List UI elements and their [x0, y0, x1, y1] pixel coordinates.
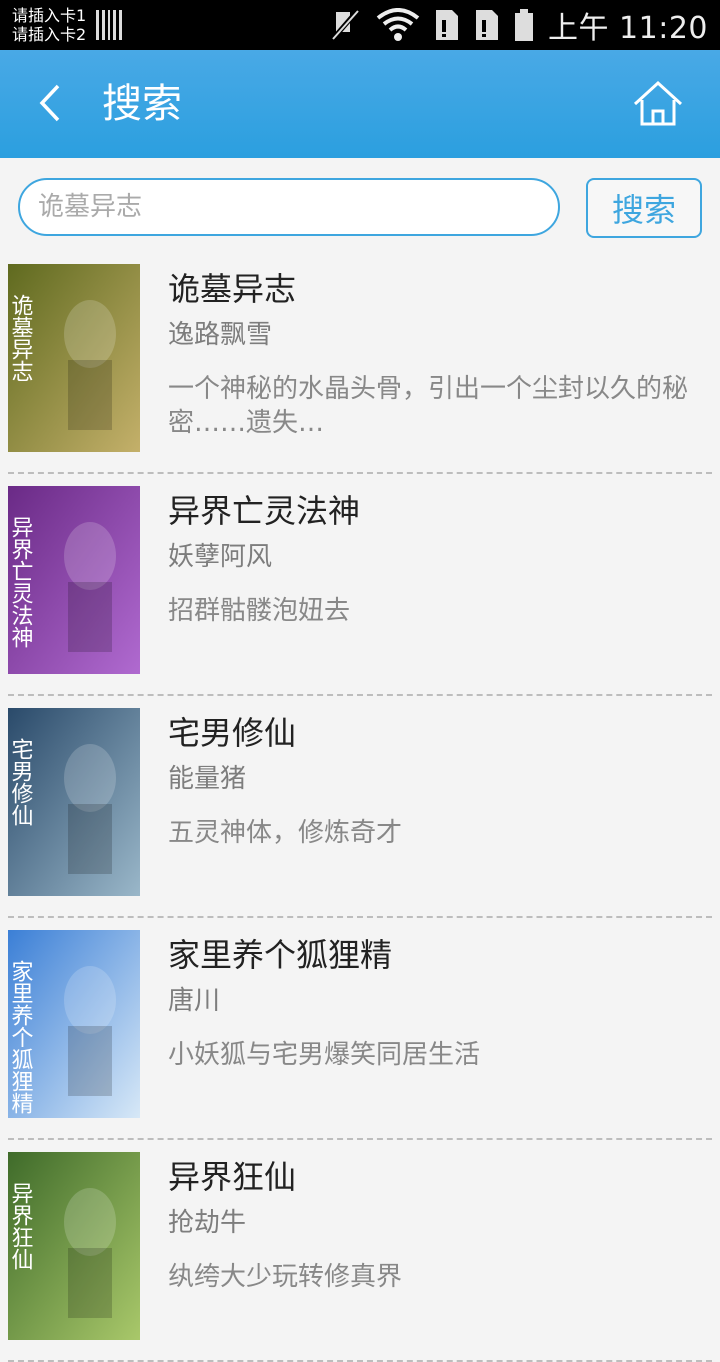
search-button[interactable]: 搜索 — [586, 178, 702, 238]
svg-text:异界狂仙: 异界狂仙 — [8, 1182, 34, 1270]
list-item[interactable]: 宅男修仙 宅男修仙 能量猪 五灵神体，修炼奇才 — [0, 696, 720, 918]
status-icons: 上午 11:20 — [330, 0, 708, 50]
book-description: 招群骷髅泡妞去 — [168, 596, 351, 626]
book-description: 小妖狐与宅男爆笑同居生活 — [168, 1040, 481, 1070]
book-description: 纨绔大少玩转修真界 — [168, 1262, 403, 1292]
back-chevron-icon — [39, 84, 60, 122]
list-item[interactable]: 家里养个狐狸精 家里养个狐狸精 唐川 小妖狐与宅男爆笑同居生活 — [0, 918, 720, 1140]
sim2-label: 请插入卡2 — [12, 25, 87, 44]
home-icon — [633, 80, 683, 126]
book-author: 能量猪 — [168, 764, 247, 794]
mute-icon — [330, 8, 360, 42]
clock: 上午 11:20 — [548, 3, 708, 47]
result-list: 诡墓异志 诡墓异志 逸路飘雪 一个神秘的水晶头骨，引出一个尘封以久的秘密……遗失… 异界… — [0, 252, 720, 1362]
page-title: 搜索 — [102, 81, 182, 127]
clock-time: 11:20 — [619, 11, 708, 46]
book-cover-image: 宅男修仙 — [8, 708, 140, 896]
clock-period: 上午 — [547, 11, 609, 46]
back-button[interactable] — [26, 78, 76, 128]
book-cover-image: 家里养个狐狸精 — [8, 930, 140, 1118]
wifi-icon — [376, 8, 420, 41]
app-header: 搜索 — [0, 50, 720, 158]
sim-status: 请插入卡1 请插入卡2 — [12, 6, 86, 44]
list-item[interactable]: 异界狂仙 异界狂仙 抢劫牛 纨绔大少玩转修真界 — [0, 1140, 720, 1362]
sim-card-icon — [475, 10, 498, 40]
book-title: 诡墓异志 — [168, 270, 297, 308]
search-input[interactable] — [18, 178, 560, 236]
search-bar: 搜索 — [0, 158, 720, 250]
book-description: 五灵神体，修炼奇才 — [168, 818, 403, 848]
battery-icon — [514, 9, 533, 41]
book-cover-image: 诡墓异志 — [8, 264, 140, 452]
book-author: 唐川 — [168, 986, 221, 1016]
book-title: 宅男修仙 — [168, 714, 297, 752]
book-cover-image: 异界亡灵法神 — [8, 486, 140, 674]
list-item[interactable]: 异界亡灵法神 异界亡灵法神 妖孽阿风 招群骷髅泡妞去 — [0, 474, 720, 696]
book-title: 异界亡灵法神 — [168, 492, 361, 530]
book-cover-image: 异界狂仙 — [8, 1152, 140, 1340]
book-author: 逸路飘雪 — [168, 320, 273, 350]
status-bar: 请插入卡1 请插入卡2 上午 11:20 — [0, 0, 720, 50]
list-item[interactable]: 诡墓异志 诡墓异志 逸路飘雪 一个神秘的水晶头骨，引出一个尘封以久的秘密……遗失… — [0, 252, 720, 474]
svg-text:家里养个狐狸精: 家里养个狐狸精 — [8, 960, 34, 1114]
sim1-label: 请插入卡1 — [12, 6, 87, 25]
book-author: 妖孽阿风 — [168, 542, 273, 572]
book-title: 异界狂仙 — [168, 1158, 297, 1196]
svg-text:异界亡灵法神: 异界亡灵法神 — [8, 516, 34, 648]
svg-text:诡墓异志: 诡墓异志 — [8, 294, 34, 382]
home-button[interactable] — [632, 80, 684, 128]
book-description: 一个神秘的水晶头骨，引出一个尘封以久的秘密……遗失… — [168, 374, 689, 438]
sim-signal-icon — [96, 10, 122, 40]
book-author: 抢劫牛 — [168, 1208, 247, 1238]
svg-text:宅男修仙: 宅男修仙 — [8, 738, 34, 826]
sim-card-icon — [435, 10, 458, 40]
book-title: 家里养个狐狸精 — [168, 936, 393, 974]
